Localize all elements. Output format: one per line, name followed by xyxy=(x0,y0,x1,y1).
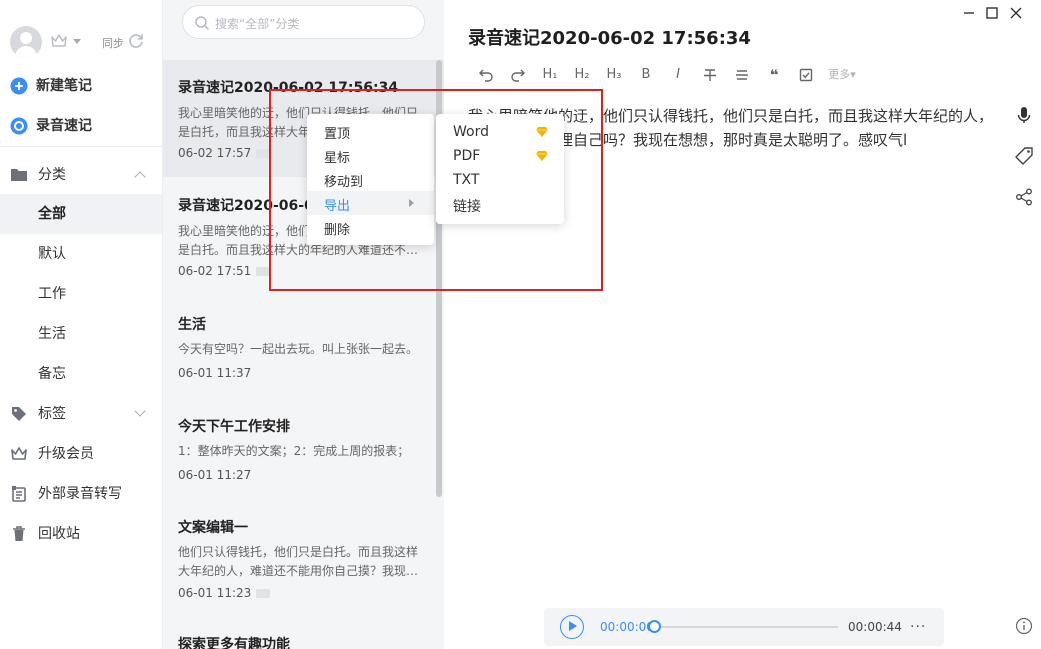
category-item-label: 默认 xyxy=(38,246,66,262)
note-date: 06-01 11:23 xyxy=(178,586,252,600)
list-item[interactable]: 探索更多有趣功能 xyxy=(163,622,444,649)
heading3-button[interactable]: H₃ xyxy=(598,64,630,86)
tags-header[interactable]: 标签 xyxy=(0,394,162,434)
note-date: 06-01 11:27 xyxy=(178,468,252,482)
folder-icon xyxy=(11,169,27,181)
plus-circle-icon xyxy=(10,77,28,95)
checkbox-button[interactable] xyxy=(790,64,822,86)
record-badge-icon xyxy=(256,149,270,158)
new-note-button[interactable]: 新建笔记 xyxy=(0,66,162,106)
note-date: 06-02 17:57 xyxy=(178,146,252,160)
sidebar-item-work[interactable]: 工作 xyxy=(0,274,162,314)
note-title: 探索更多有趣功能 xyxy=(178,637,290,649)
category-item-label: 生活 xyxy=(38,326,66,342)
chevron-down-icon[interactable] xyxy=(134,405,146,417)
note-excerpt: 今天有空吗？一起出去玩。叫上张张一起去。 xyxy=(178,342,418,356)
voice-note-label: 录音速记 xyxy=(36,118,92,134)
more-icon[interactable]: ··· xyxy=(910,619,926,635)
undo-button[interactable] xyxy=(470,64,502,86)
sidebar-item-life[interactable]: 生活 xyxy=(0,314,162,354)
category-header[interactable]: 分类 xyxy=(0,155,162,195)
strikethrough-icon xyxy=(704,69,716,81)
play-icon[interactable] xyxy=(560,615,584,639)
trash-icon xyxy=(13,526,25,541)
heading2-button[interactable]: H₂ xyxy=(566,64,598,86)
category-item-label: 备忘 xyxy=(38,366,66,382)
crown-icon xyxy=(11,447,27,460)
list-item[interactable]: 文案编辑一 他们只认得钱托，他们只是白托。而且我这样大年纪的人，难道还不能用你自… xyxy=(163,505,444,615)
close-icon[interactable] xyxy=(1007,4,1025,22)
external-transcribe-button[interactable]: 外部录音转写 xyxy=(0,474,162,514)
progress-track[interactable] xyxy=(654,626,838,628)
microphone-icon[interactable] xyxy=(1014,105,1034,125)
heading1-button[interactable]: H₁ xyxy=(534,64,566,86)
italic-button[interactable]: I xyxy=(662,64,694,86)
note-title: 今天下午工作安排 xyxy=(178,419,290,435)
more-button[interactable]: 更多▾ xyxy=(822,64,862,86)
redo-button[interactable] xyxy=(502,64,534,86)
search-placeholder: 搜索“全部”分类 xyxy=(215,17,300,31)
tag-icon[interactable] xyxy=(1014,146,1034,166)
note-title: 文案编辑一 xyxy=(178,520,248,536)
redo-icon xyxy=(511,69,525,82)
list-item[interactable]: 生活 今天有空吗？一起出去玩。叫上张张一起去。 06-01 11:37 xyxy=(163,300,444,400)
note-excerpt: 他们只认得钱托，他们只是白托。而且我这样大年纪的人，难道还不能用你自己摸？我现… xyxy=(178,545,418,578)
transcribe-icon xyxy=(12,486,26,502)
search-icon xyxy=(195,16,210,31)
format-toolbar: H₁ H₂ H₃ B I ❝ 更多▾ xyxy=(470,64,862,86)
page-title[interactable]: 录音速记2020-06-02 17:56:34 xyxy=(468,24,751,50)
sidebar-item-default[interactable]: 默认 xyxy=(0,234,162,274)
avatar[interactable] xyxy=(10,26,42,58)
external-transcribe-label: 外部录音转写 xyxy=(38,486,122,502)
search-input[interactable]: 搜索“全部”分类 xyxy=(182,5,425,39)
maximize-icon[interactable] xyxy=(983,4,1001,22)
chevron-down-icon[interactable] xyxy=(73,39,81,44)
note-date: 06-01 11:37 xyxy=(178,366,252,380)
category-item-label: 全部 xyxy=(38,206,66,222)
voice-note-button[interactable]: 录音速记 xyxy=(0,106,162,146)
tags-label: 标签 xyxy=(38,406,66,422)
sidebar-item-memo[interactable]: 备忘 xyxy=(0,354,162,394)
note-date: 06-02 17:51 xyxy=(178,264,252,278)
strikethrough-button[interactable] xyxy=(694,64,726,86)
quote-button[interactable]: ❝ xyxy=(758,64,790,86)
record-icon xyxy=(10,117,28,135)
category-label: 分类 xyxy=(38,167,66,183)
align-button[interactable] xyxy=(726,64,758,86)
audio-player: 00:00:00 00:00:44 ··· xyxy=(544,608,944,646)
share-icon[interactable] xyxy=(1014,187,1034,207)
progress-handle[interactable] xyxy=(648,620,661,633)
total-time: 00:00:44 xyxy=(848,620,902,634)
note-title: 生活 xyxy=(178,317,206,333)
category-item-label: 工作 xyxy=(38,286,66,302)
bold-button[interactable]: B xyxy=(630,64,662,86)
sidebar: 同步 新建笔记 录音速记 分类 全部 默认 工作 生活 备忘 标签 升级会员 外… xyxy=(0,0,163,649)
new-note-label: 新建笔记 xyxy=(36,78,92,94)
current-time: 00:00:00 xyxy=(600,620,654,634)
minimize-icon[interactable] xyxy=(960,4,978,22)
annotation-highlight-box xyxy=(269,89,603,291)
undo-icon xyxy=(479,69,493,82)
sync-icon[interactable] xyxy=(127,32,145,50)
list-item[interactable]: 今天下午工作安排 1：整体昨天的文案；2：完成上周的报表； 06-01 11:2… xyxy=(163,403,444,503)
record-badge-icon xyxy=(256,267,270,276)
note-excerpt: 1：整体昨天的文案；2：完成上周的报表； xyxy=(178,444,410,458)
sidebar-item-all[interactable]: 全部 xyxy=(0,194,162,234)
info-icon[interactable] xyxy=(1015,617,1033,635)
chevron-up-icon[interactable] xyxy=(134,171,146,183)
record-badge-icon xyxy=(256,589,270,598)
checkbox-icon xyxy=(799,68,813,82)
divider xyxy=(0,146,162,147)
sync-label[interactable]: 同步 xyxy=(102,35,124,51)
recycle-bin-label: 回收站 xyxy=(38,526,80,542)
tag-icon xyxy=(12,407,26,421)
align-icon xyxy=(736,70,748,80)
recycle-bin-button[interactable]: 回收站 xyxy=(0,514,162,554)
upgrade-member-button[interactable]: 升级会员 xyxy=(0,434,162,474)
upgrade-member-label: 升级会员 xyxy=(38,446,94,462)
crown-icon[interactable] xyxy=(50,33,68,49)
